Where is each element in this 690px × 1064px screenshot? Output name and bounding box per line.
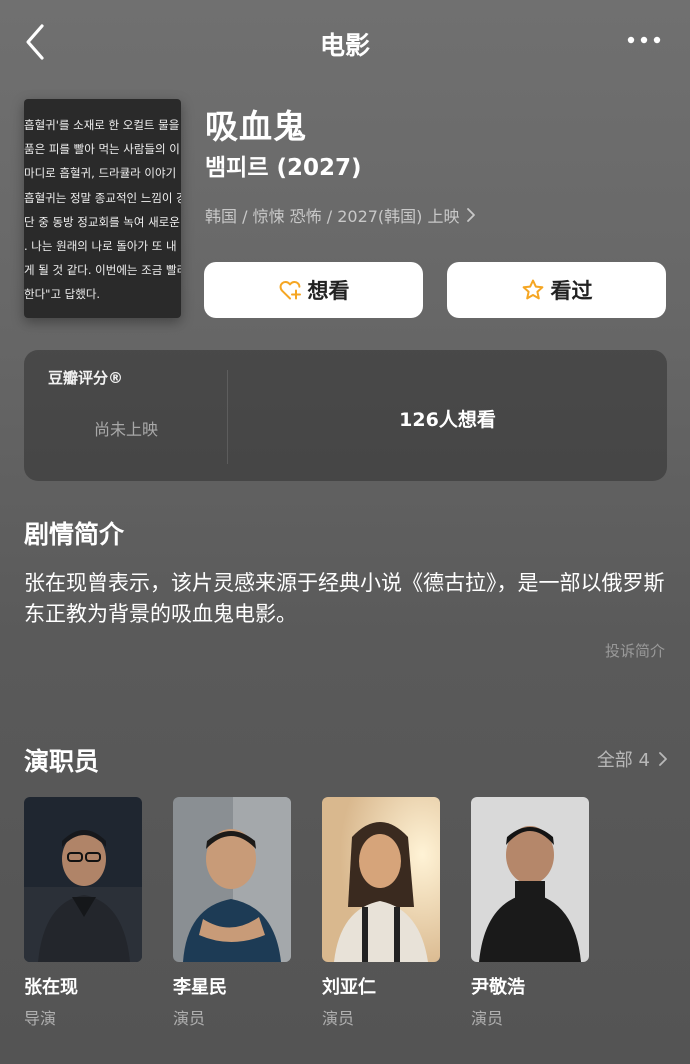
poster-line: 흡혈귀'를 소재로 한 오컬트 물을 준 [24,118,181,132]
rating-status: 尚未上映 [93,420,158,439]
page-title: 电影 [319,31,370,60]
nav-bar: 电影 [0,0,690,84]
cast-portrait [24,797,142,962]
watched-button[interactable]: 看过 [447,262,666,318]
cast-photo [471,797,589,962]
movie-meta-text: 韩国 / 惊悚 恐怖 / 2027(韩国) 上映 [205,207,460,226]
cast-photo [24,797,142,962]
plot-summary: 张在现曾表示，该片灵感来源于经典小说《德古拉》，是一部以俄罗斯东正教为背景的吸血… [24,571,665,626]
cast-portrait [471,797,589,962]
want-to-watch-button[interactable]: 想看 [204,262,423,318]
want-count: 126人想看 [399,409,496,431]
movie-meta-link[interactable]: 韩国 / 惊悚 恐怖 / 2027(韩国) 上映 [205,203,476,227]
poster-line: 단 중 동방 정교회를 녹여 새로운 [24,214,180,229]
cast-role: 演员 [173,1009,206,1028]
cast-all-label: 全部 4 [596,750,650,771]
chevron-right-icon [659,752,667,766]
poster-line: 한다"고 답했다. [24,287,101,302]
report-summary-link[interactable]: 投诉简介 [605,640,665,661]
cast-name: 尹敬浩 [471,977,525,998]
more-icon[interactable] [626,30,662,50]
cast-portrait [173,797,291,962]
cast-portrait [322,797,440,962]
cast-heading: 演职员 [24,747,100,776]
cast-member-card[interactable]: 尹敬浩 演员 [471,797,589,1029]
rating-label: 豆瓣评分® [48,369,124,387]
heart-plus-icon [279,280,301,300]
cast-name: 张在现 [24,977,78,998]
cast-view-all-link[interactable]: 全部 4 [597,746,668,772]
watched-label: 看过 [550,279,593,303]
plot-heading: 剧情简介 [24,520,125,549]
cast-member-card[interactable]: 张在现 导演 [24,797,142,1029]
cast-member-card[interactable]: 李星民 演员 [173,797,291,1029]
poster-line: 마디로 흡혈귀, 드라큘라 이야기 [24,166,177,181]
cast-name: 李星民 [173,977,227,998]
movie-poster[interactable]: 흡혈귀'를 소재로 한 오컬트 물을 준 품은 피를 빨아 먹는 사람들의 이 … [24,99,181,318]
poster-line: . 나는 원래의 나로 돌아가 또 내 [24,239,177,254]
movie-title: 吸血鬼 [205,107,307,146]
movie-original-title: 뱀피르 (2027) [205,155,362,181]
cast-photo [173,797,291,962]
poster-text: 흡혈귀'를 소재로 한 오컬트 물을 준 품은 피를 빨아 먹는 사람들의 이 … [24,113,181,307]
chevron-right-icon [466,208,475,222]
douban-rating-card[interactable]: 豆瓣评分® 尚未上映 126人想看 [24,350,667,481]
cast-name: 刘亚仁 [322,977,376,998]
cast-member-card[interactable]: 刘亚仁 演员 [322,797,440,1029]
cast-role: 演员 [322,1009,355,1028]
star-icon [522,279,543,300]
cast-role: 演员 [471,1009,504,1028]
poster-line: 게 될 것 같다. 이번에는 조금 빨리 [24,263,181,278]
want-to-watch-label: 想看 [307,279,350,303]
poster-line: 품은 피를 빨아 먹는 사람들의 이 [24,142,180,157]
cast-photo [322,797,440,962]
poster-line: 흡혈귀는 정말 종교적인 느낌이 강 [24,190,181,205]
cast-role: 导演 [24,1009,57,1028]
